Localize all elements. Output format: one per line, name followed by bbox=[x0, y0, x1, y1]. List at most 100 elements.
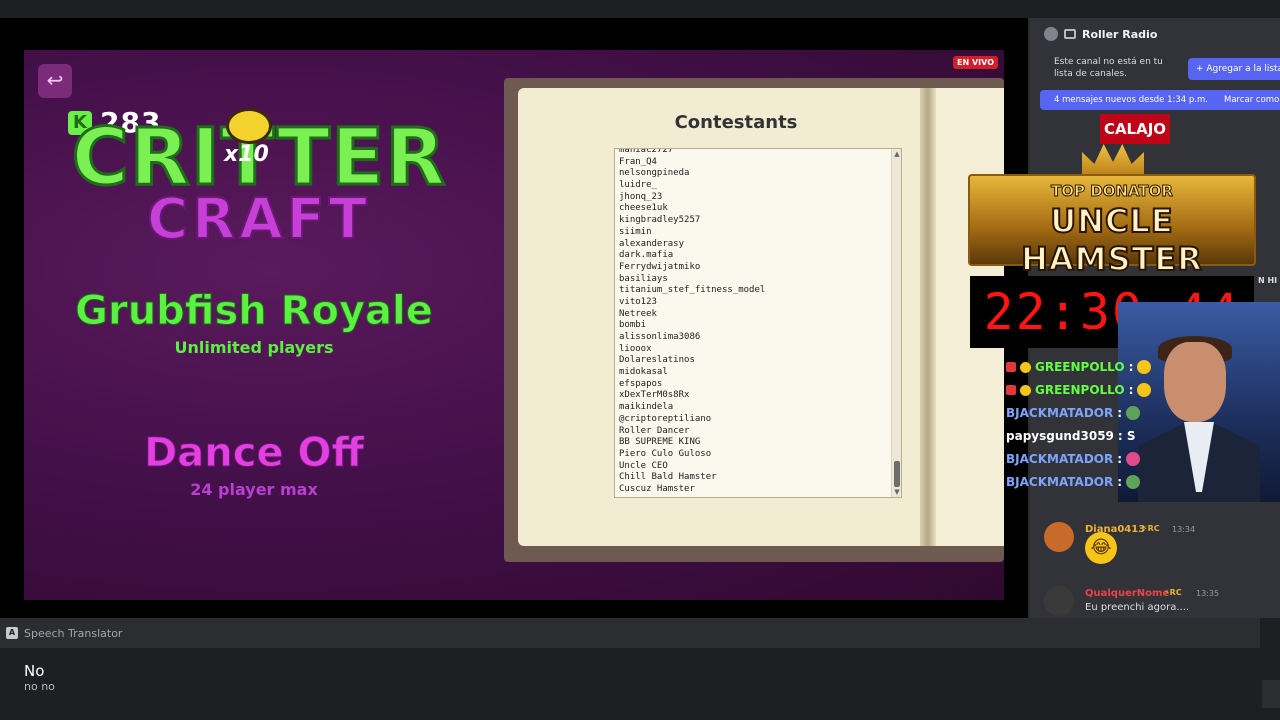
game-sub-dance: 24 player max bbox=[190, 480, 318, 499]
contestant-item: @criptoreptiliano bbox=[619, 413, 712, 424]
scroll-up-icon[interactable]: ▲ bbox=[892, 149, 901, 159]
logo-craft: CRAFT bbox=[146, 187, 371, 252]
scroll-thumb[interactable] bbox=[894, 461, 900, 487]
emoji-icon bbox=[1137, 360, 1152, 374]
add-to-list-button[interactable]: + Agregar a la lista bbox=[1188, 58, 1280, 80]
contestant-item: dark.mafia bbox=[619, 250, 674, 261]
back-arrow-icon[interactable]: ↩ bbox=[38, 64, 72, 98]
message-time: 13:35 bbox=[1196, 589, 1220, 598]
list-scrollbar[interactable]: ▲ ▼ bbox=[891, 149, 901, 497]
game-title-dance: Dance Off bbox=[144, 430, 365, 477]
stream-video[interactable]: EN VIVO ↩ K 283 CRITTER CRAFT x10 Grubfi… bbox=[0, 18, 1028, 618]
overlay-chat-sep: : bbox=[1128, 360, 1134, 374]
contestant-item: alissonlima3086 bbox=[619, 332, 701, 342]
contestant-item: Chill Bald Hamster bbox=[619, 472, 717, 483]
laughing-emoji-icon: 😂 bbox=[1085, 532, 1117, 564]
game-sub-grubfish: Unlimited players bbox=[174, 338, 334, 357]
contestant-item: midokasal bbox=[619, 367, 668, 378]
coin-badge-icon bbox=[1020, 361, 1031, 373]
coin-badge-icon bbox=[1020, 384, 1031, 396]
channel-header: Roller Radio bbox=[1030, 18, 1280, 50]
overlay-chat-user: BJACKMATADOR bbox=[1006, 452, 1114, 466]
overlay-chat-sep: : bbox=[1117, 475, 1123, 489]
contestant-item: Dolareslatinos bbox=[619, 355, 695, 366]
translator-title: Speech Translator bbox=[24, 626, 123, 640]
contestants-book: Contestants maniac2727 Fran_Q4 nelsongpine… bbox=[504, 78, 1004, 562]
donator-name: UNCLE HAMSTER bbox=[1020, 201, 1203, 279]
message-time: 13:34 bbox=[1172, 525, 1196, 534]
contestant-item: maikindela bbox=[619, 402, 674, 413]
contestant-item: siimin bbox=[619, 226, 652, 237]
translate-icon: A bbox=[6, 627, 18, 639]
overlay-chat-user: BJACKMATADOR bbox=[1006, 406, 1114, 420]
overlay-chat-line: papysgund3059 : S bbox=[1006, 427, 1136, 445]
contestant-item: Uncle CEO bbox=[619, 460, 668, 471]
reaction-image bbox=[1118, 302, 1280, 502]
gift-icon bbox=[1006, 362, 1016, 372]
contestant-item: Piero Culo Guloso bbox=[619, 448, 712, 459]
book-spine bbox=[920, 88, 936, 546]
contestant-item: nelsongpineda bbox=[619, 168, 690, 179]
scroll-down-icon[interactable]: ▼ bbox=[892, 487, 901, 497]
overlay-chat-user: GREENPOLLO bbox=[1035, 360, 1125, 374]
top-donator-banner: TOP DONATOR UNCLE HAMSTER bbox=[968, 174, 1256, 279]
avatar[interactable] bbox=[1044, 586, 1074, 616]
message-author[interactable]: QualquerNome bbox=[1085, 588, 1169, 599]
contestant-item: vito123 bbox=[619, 296, 657, 307]
contestant-item: efspapos bbox=[619, 378, 663, 389]
multiplier: x10 bbox=[224, 142, 269, 167]
overlay-chat-line: BJACKMATADOR : bbox=[1006, 404, 1141, 422]
contestant-item: Fran_Q4 bbox=[619, 156, 657, 167]
role-badge: ⚡RC bbox=[1142, 524, 1160, 533]
overlay-chat-sep: : bbox=[1117, 406, 1123, 420]
message-text: Eu preenchi agora.... bbox=[1085, 602, 1190, 613]
emoji-icon bbox=[1126, 406, 1141, 420]
translator-titlebar[interactable]: A Speech Translator bbox=[0, 618, 1260, 648]
overlay-chat-line: GREENPOLLO : bbox=[1006, 381, 1152, 399]
overlay-chat-sep: : bbox=[1128, 383, 1134, 397]
top-bar bbox=[0, 0, 1280, 18]
game-title-grubfish: Grubfish Royale bbox=[75, 288, 434, 335]
chat-bubble-icon bbox=[1044, 27, 1058, 41]
channel-notice: Este canal no está en tu lista de canale… bbox=[1054, 57, 1163, 79]
emoji-icon bbox=[1126, 475, 1141, 489]
contestant-item: Netreek bbox=[619, 308, 657, 319]
contestant-item: xDexTerM0s8Rx bbox=[619, 390, 690, 401]
overlay-chat-user: papysgund3059 bbox=[1006, 429, 1114, 443]
face-shape bbox=[1164, 342, 1226, 422]
emoji-icon bbox=[1126, 452, 1141, 466]
overlay-chat-line: GREENPOLLO : bbox=[1006, 358, 1152, 376]
role-badge: ⚡RC bbox=[1164, 588, 1182, 597]
contestant-item: maniac2727 bbox=[619, 148, 674, 155]
contestant-item: luidre_ bbox=[619, 180, 657, 191]
donator-label: TOP DONATOR bbox=[1051, 182, 1174, 201]
mark-read-button[interactable]: Marcar como bbox=[1224, 90, 1279, 110]
contestant-item: cheese1uk bbox=[619, 203, 668, 214]
contestant-item: Roller Dancer bbox=[619, 425, 690, 436]
contestant-item: titanium_stef_fitness_model bbox=[619, 285, 766, 296]
cropped-text: N HI bbox=[1258, 276, 1278, 285]
contestants-list[interactable]: maniac2727 Fran_Q4 nelsongpineda luidre_ jho… bbox=[614, 148, 902, 498]
contestant-item: Ferrydwijatmiko bbox=[619, 261, 701, 272]
live-badge: EN VIVO bbox=[953, 56, 998, 69]
desktop: EN VIVO ↩ K 283 CRITTER CRAFT x10 Grubfi… bbox=[0, 0, 1280, 720]
contestant-item: basiliays bbox=[619, 273, 668, 284]
contestants-list-inner: maniac2727 Fran_Q4 nelsongpineda luidre_ jho… bbox=[619, 148, 889, 496]
translated-text: No bbox=[24, 662, 45, 680]
contestants-title: Contestants bbox=[674, 112, 798, 133]
overlay-chat-line: BJACKMATADOR : bbox=[1006, 450, 1141, 468]
contestant-item: kingbradley5257 bbox=[619, 215, 701, 226]
gift-icon bbox=[1006, 385, 1016, 395]
game-screen: EN VIVO ↩ K 283 CRITTER CRAFT x10 Grubfi… bbox=[24, 50, 1004, 600]
overlay-chat-sep: : S bbox=[1117, 429, 1136, 443]
avatar[interactable] bbox=[1044, 522, 1074, 552]
channel-name: Roller Radio bbox=[1082, 27, 1158, 41]
speech-translator-window: A Speech Translator No no no bbox=[0, 618, 1280, 720]
overlay-chat-line: BJACKMATADOR : bbox=[1006, 473, 1141, 491]
original-text: no no bbox=[24, 680, 55, 693]
overlay-chat-user: GREENPOLLO bbox=[1035, 383, 1125, 397]
contestant-item: alexanderasy bbox=[619, 238, 685, 249]
contestant-item: jhonq_23 bbox=[619, 191, 663, 202]
media-icon bbox=[1064, 29, 1076, 39]
contestant-item: Cuscuz Hamster bbox=[619, 483, 695, 494]
